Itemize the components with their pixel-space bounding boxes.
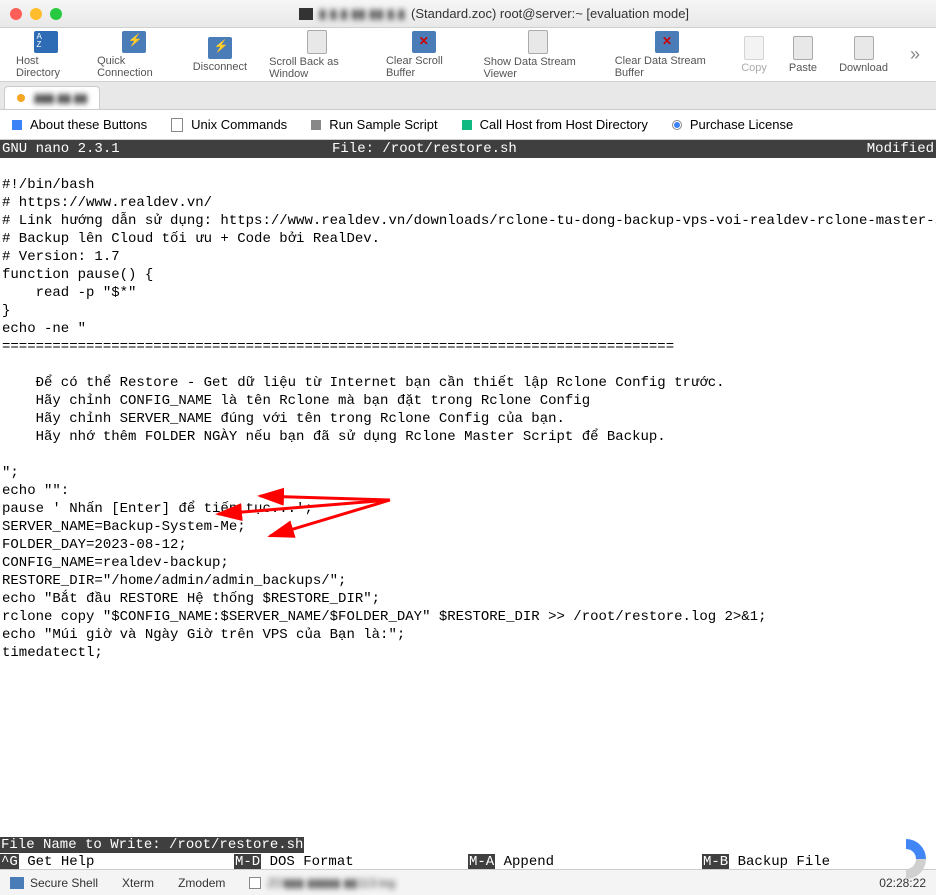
clear-data-stream-button[interactable]: Clear Data Stream Buffer bbox=[607, 29, 728, 81]
host-directory-button[interactable]: Host Directory bbox=[8, 29, 83, 81]
clear-scroll-icon bbox=[412, 31, 436, 53]
shell-segment[interactable]: Secure Shell bbox=[10, 876, 98, 890]
tab-bar: .▮▮▮.▮▮.▮▮ bbox=[0, 82, 936, 110]
log-segment[interactable]: ZO▮▮▮ ▮▮▮▮▮ ▮▮113.log bbox=[249, 876, 395, 890]
quick-action-bar: About these Buttons Unix Commands Run Sa… bbox=[0, 110, 936, 140]
shell-icon bbox=[10, 877, 24, 889]
about-buttons-label: About these Buttons bbox=[30, 117, 147, 132]
shortcut-key: M-D bbox=[234, 854, 261, 870]
host-directory-label: Host Directory bbox=[16, 55, 75, 79]
copy-label: Copy bbox=[741, 62, 767, 74]
page-icon bbox=[171, 118, 183, 132]
proto-label: Zmodem bbox=[178, 876, 225, 890]
paste-button[interactable]: Paste bbox=[781, 34, 825, 76]
window-title-blurred: ▮ ▮.▮ ▮▮ ▮▮ ▮.▮ bbox=[319, 6, 405, 22]
shortcut-label: DOS Format bbox=[261, 854, 353, 870]
tab-status-icon bbox=[17, 94, 25, 102]
terminal-area[interactable]: GNU nano 2.3.1 File: /root/restore.sh Mo… bbox=[0, 140, 936, 889]
unix-commands-label: Unix Commands bbox=[191, 117, 287, 132]
disconnect-icon bbox=[208, 37, 232, 59]
run-sample-label: Run Sample Script bbox=[329, 117, 437, 132]
term-label: Xterm bbox=[122, 876, 154, 890]
window-title: ▮ ▮.▮ ▮▮ ▮▮ ▮.▮ (Standard.zoc) root@serv… bbox=[62, 6, 926, 22]
minimize-window-button[interactable] bbox=[30, 8, 42, 20]
host-directory-icon bbox=[34, 31, 58, 53]
status-bar: Secure Shell Xterm Zmodem ZO▮▮▮ ▮▮▮▮▮ ▮▮… bbox=[0, 869, 936, 895]
shortcut-label: Append bbox=[495, 854, 554, 870]
disconnect-label: Disconnect bbox=[193, 61, 247, 73]
paste-label: Paste bbox=[789, 62, 817, 74]
close-window-button[interactable] bbox=[10, 8, 22, 20]
clear-data-stream-label: Clear Data Stream Buffer bbox=[615, 55, 720, 79]
quick-connection-button[interactable]: Quick Connection bbox=[89, 29, 179, 81]
nano-write-prompt: File Name to Write: /root/restore.sh bbox=[0, 837, 936, 853]
session-tab[interactable]: .▮▮▮.▮▮.▮▮ bbox=[4, 86, 100, 109]
download-icon bbox=[854, 36, 874, 60]
clear-scroll-label: Clear Scroll Buffer bbox=[386, 55, 462, 79]
scroll-back-button[interactable]: Scroll Back as Window bbox=[261, 28, 372, 82]
recaptcha-badge[interactable] bbox=[882, 835, 930, 883]
nano-status: Modified bbox=[867, 141, 934, 157]
app-icon bbox=[299, 8, 313, 20]
square-icon bbox=[311, 120, 321, 130]
zoom-window-button[interactable] bbox=[50, 8, 62, 20]
purchase-license-label: Purchase License bbox=[690, 117, 793, 132]
proto-segment[interactable]: Zmodem bbox=[178, 876, 225, 890]
purchase-license-action[interactable]: Purchase License bbox=[672, 117, 793, 132]
window-title-text: (Standard.zoc) root@server:~ [evaluation… bbox=[411, 6, 689, 21]
quick-connection-icon bbox=[122, 31, 146, 53]
toolbar-overflow-button[interactable]: » bbox=[902, 44, 928, 65]
copy-button: Copy bbox=[733, 34, 775, 76]
download-button[interactable]: Download bbox=[831, 34, 896, 76]
square-icon bbox=[462, 120, 472, 130]
unix-commands-action[interactable]: Unix Commands bbox=[171, 117, 287, 132]
shell-label: Secure Shell bbox=[30, 876, 98, 890]
show-data-stream-button[interactable]: Show Data Stream Viewer bbox=[475, 28, 600, 82]
shortcut-label: Get Help bbox=[19, 854, 95, 870]
clear-data-stream-icon bbox=[655, 31, 679, 53]
nano-header: GNU nano 2.3.1 File: /root/restore.sh Mo… bbox=[0, 140, 936, 158]
term-segment[interactable]: Xterm bbox=[122, 876, 154, 890]
scroll-back-icon bbox=[307, 30, 327, 54]
tab-label: .▮▮▮.▮▮.▮▮ bbox=[31, 91, 87, 105]
about-buttons-action[interactable]: About these Buttons bbox=[12, 117, 147, 132]
call-host-label: Call Host from Host Directory bbox=[480, 117, 648, 132]
paste-icon bbox=[793, 36, 813, 60]
traffic-lights bbox=[10, 8, 62, 20]
copy-icon bbox=[744, 36, 764, 60]
log-label: ZO▮▮▮ ▮▮▮▮▮ ▮▮113.log bbox=[267, 876, 395, 890]
main-toolbar: Host Directory Quick Connection Disconne… bbox=[0, 28, 936, 82]
scroll-back-label: Scroll Back as Window bbox=[269, 56, 364, 80]
radio-icon bbox=[672, 120, 682, 130]
shortcut-key: M-B bbox=[702, 854, 729, 870]
disconnect-button[interactable]: Disconnect bbox=[185, 35, 255, 75]
nano-prompt-text: File Name to Write: /root/restore.sh bbox=[0, 837, 304, 853]
clear-scroll-buffer-button[interactable]: Clear Scroll Buffer bbox=[378, 29, 470, 81]
shortcut-label: Backup File bbox=[729, 854, 830, 870]
call-host-action[interactable]: Call Host from Host Directory bbox=[462, 117, 648, 132]
data-stream-label: Show Data Stream Viewer bbox=[483, 56, 592, 80]
editor-content[interactable]: #!/bin/bash # https://www.realdev.vn/ # … bbox=[0, 158, 936, 836]
nano-file-label: File: /root/restore.sh bbox=[332, 141, 867, 157]
square-icon bbox=[12, 120, 22, 130]
nano-version: GNU nano 2.3.1 bbox=[2, 141, 332, 157]
data-stream-icon bbox=[528, 30, 548, 54]
window-titlebar: ▮ ▮.▮ ▮▮ ▮▮ ▮.▮ (Standard.zoc) root@serv… bbox=[0, 0, 936, 28]
download-label: Download bbox=[839, 62, 888, 74]
run-sample-action[interactable]: Run Sample Script bbox=[311, 117, 437, 132]
shortcut-key: ^G bbox=[0, 854, 19, 870]
shortcut-key: M-A bbox=[468, 854, 495, 870]
quick-connection-label: Quick Connection bbox=[97, 55, 171, 79]
log-checkbox[interactable] bbox=[249, 877, 261, 889]
